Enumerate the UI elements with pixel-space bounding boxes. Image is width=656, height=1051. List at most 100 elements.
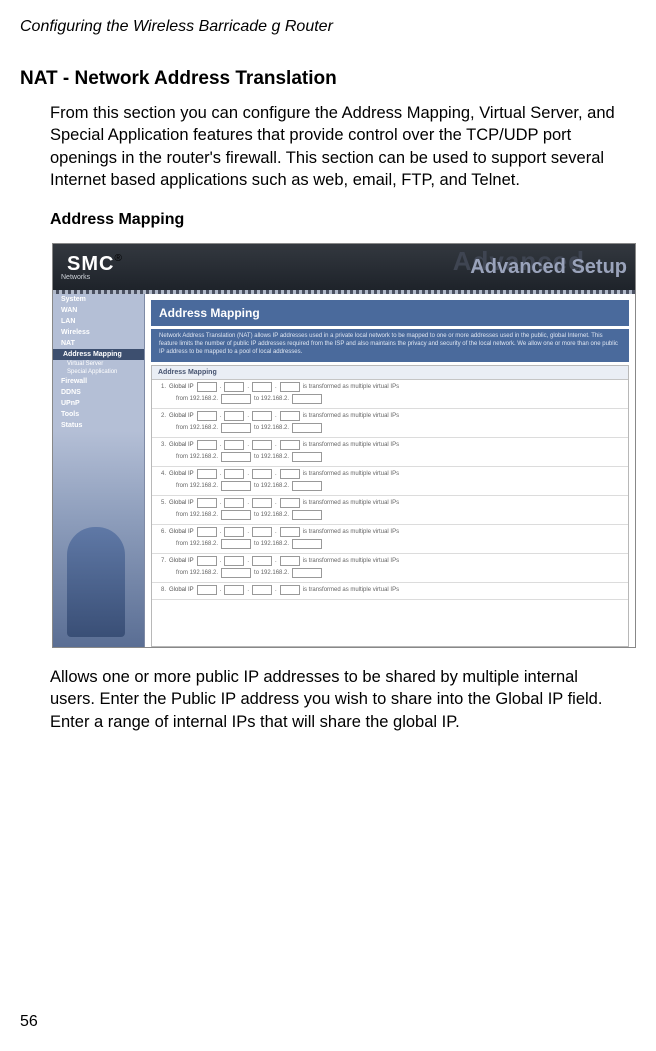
main-panel: Address Mapping Network Address Translat… [145, 294, 635, 647]
row-line-2: from 192.168.2. to 192.168.2. [158, 510, 622, 520]
ip-range-input[interactable] [292, 481, 322, 491]
transform-text: is transformed as multiple virtual IPs [303, 587, 399, 593]
ip-range-input[interactable] [292, 568, 322, 578]
ip-octet-input[interactable] [197, 411, 217, 421]
intro-paragraph: From this section you can configure the … [50, 102, 624, 191]
row-number: 2. [158, 413, 166, 419]
row-number: 7. [158, 558, 166, 564]
nav-item[interactable]: Firewall [53, 376, 144, 387]
ip-octet-input[interactable] [197, 498, 217, 508]
ip-range-input[interactable] [292, 423, 322, 433]
nav-item-selected[interactable]: Address Mapping [53, 349, 144, 360]
row-line-2: from 192.168.2. to 192.168.2. [158, 481, 622, 491]
from-label: from 192.168.2. [176, 570, 218, 576]
nav-item[interactable]: Tools [53, 409, 144, 420]
ip-octet-input[interactable] [252, 440, 272, 450]
to-label: to 192.168.2. [254, 425, 289, 431]
ip-range-input[interactable] [292, 539, 322, 549]
ip-octet-input[interactable] [280, 382, 300, 392]
screenshot-body: System WAN LAN Wireless NAT Address Mapp… [53, 294, 635, 647]
table-row: 5. Global IP ... is transformed as multi… [152, 496, 628, 525]
nav-item[interactable]: UPnP [53, 398, 144, 409]
ip-octet-input[interactable] [197, 382, 217, 392]
ip-range-input[interactable] [292, 452, 322, 462]
from-label: from 192.168.2. [176, 396, 218, 402]
panel-description: Network Address Translation (NAT) allows… [151, 329, 629, 362]
table-row: 2. Global IP ... is transformed as multi… [152, 409, 628, 438]
ip-octet-input[interactable] [280, 527, 300, 537]
ip-octet-input[interactable] [224, 527, 244, 537]
row-line-1: 6. Global IP ... is transformed as multi… [158, 527, 622, 537]
ip-octet-input[interactable] [224, 469, 244, 479]
ip-octet-input[interactable] [252, 527, 272, 537]
nav-item[interactable]: WAN [53, 305, 144, 316]
nav-item[interactable]: Wireless [53, 327, 144, 338]
ip-octet-input[interactable] [252, 556, 272, 566]
smc-logo: SMC® Networks [61, 253, 122, 281]
ip-octet-input[interactable] [197, 556, 217, 566]
from-label: from 192.168.2. [176, 512, 218, 518]
nav-item[interactable]: Status [53, 420, 144, 431]
to-label: to 192.168.2. [254, 454, 289, 460]
ip-octet-input[interactable] [252, 382, 272, 392]
row-line-2: from 192.168.2. to 192.168.2. [158, 423, 622, 433]
panel-title: Address Mapping [151, 300, 629, 326]
ip-octet-input[interactable] [224, 440, 244, 450]
ip-range-input[interactable] [221, 568, 251, 578]
ip-range-input[interactable] [221, 423, 251, 433]
table-header: Address Mapping [152, 366, 628, 380]
ip-octet-input[interactable] [224, 498, 244, 508]
ip-octet-input[interactable] [280, 556, 300, 566]
sidebar-image-area [53, 431, 144, 647]
sidebar: System WAN LAN Wireless NAT Address Mapp… [53, 294, 145, 647]
ip-octet-input[interactable] [252, 469, 272, 479]
row-line-1: 7. Global IP ... is transformed as multi… [158, 556, 622, 566]
ip-octet-input[interactable] [224, 382, 244, 392]
ip-octet-input[interactable] [280, 469, 300, 479]
transform-text: is transformed as multiple virtual IPs [303, 500, 399, 506]
nav-sub-item[interactable]: Special Application [53, 368, 144, 376]
section-title: NAT - Network Address Translation [20, 68, 636, 90]
transform-text: is transformed as multiple virtual IPs [303, 442, 399, 448]
row-line-1: 8. Global IP ... is transformed as multi… [158, 585, 622, 595]
row-line-1: 3. Global IP ... is transformed as multi… [158, 440, 622, 450]
nav-item[interactable]: NAT [53, 338, 144, 349]
ip-octet-input[interactable] [252, 498, 272, 508]
nav-item[interactable]: System [53, 294, 144, 305]
ip-octet-input[interactable] [280, 411, 300, 421]
row-line-1: 5. Global IP ... is transformed as multi… [158, 498, 622, 508]
logo-reg: ® [114, 253, 121, 264]
global-ip-label: Global IP [169, 384, 194, 390]
ip-octet-input[interactable] [197, 469, 217, 479]
row-line-2: from 192.168.2. to 192.168.2. [158, 452, 622, 462]
ip-range-input[interactable] [221, 452, 251, 462]
table-row: 7. Global IP ... is transformed as multi… [152, 554, 628, 583]
table-rows: 1. Global IP ... is transformed as multi… [152, 380, 628, 646]
address-mapping-table: Address Mapping 1. Global IP ... is tran… [151, 365, 629, 647]
nav-item[interactable]: LAN [53, 316, 144, 327]
ip-range-input[interactable] [221, 394, 251, 404]
ip-octet-input[interactable] [252, 411, 272, 421]
ip-octet-input[interactable] [280, 498, 300, 508]
ip-octet-input[interactable] [280, 440, 300, 450]
ip-octet-input[interactable] [224, 585, 244, 595]
ip-octet-input[interactable] [197, 527, 217, 537]
ip-octet-input[interactable] [197, 585, 217, 595]
nav-sub-item[interactable]: Virtual Server [53, 360, 144, 368]
ip-octet-input[interactable] [224, 556, 244, 566]
ip-range-input[interactable] [221, 481, 251, 491]
ip-range-input[interactable] [292, 510, 322, 520]
row-number: 6. [158, 529, 166, 535]
nav-item[interactable]: DDNS [53, 387, 144, 398]
ip-octet-input[interactable] [252, 585, 272, 595]
row-line-2: from 192.168.2. to 192.168.2. [158, 394, 622, 404]
ip-range-input[interactable] [221, 510, 251, 520]
ip-octet-input[interactable] [224, 411, 244, 421]
transform-text: is transformed as multiple virtual IPs [303, 558, 399, 564]
global-ip-label: Global IP [169, 558, 194, 564]
ip-octet-input[interactable] [197, 440, 217, 450]
transform-text: is transformed as multiple virtual IPs [303, 384, 399, 390]
ip-octet-input[interactable] [280, 585, 300, 595]
ip-range-input[interactable] [292, 394, 322, 404]
ip-range-input[interactable] [221, 539, 251, 549]
